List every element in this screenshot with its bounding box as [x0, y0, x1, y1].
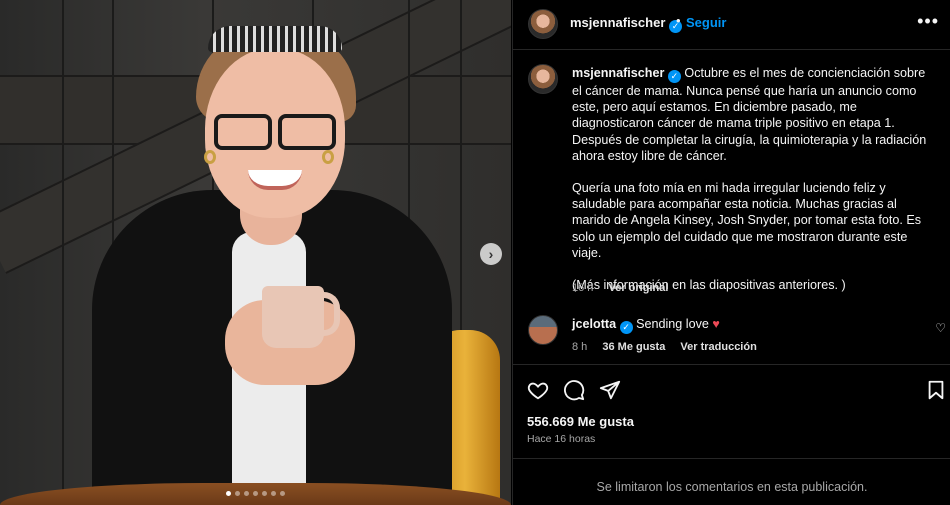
carousel-dot[interactable] — [253, 491, 258, 496]
red-heart-emoji-icon: ♥ — [712, 317, 720, 331]
verified-badge-icon: ✓ — [619, 321, 633, 334]
caption-author-avatar[interactable] — [528, 64, 558, 94]
post-header: msjennafischer ✓ • Seguir ••• — [513, 0, 950, 50]
comment-meta: 8 h 36 Me gusta Ver traducción — [572, 341, 769, 353]
carousel-dot[interactable] — [262, 491, 267, 496]
follow-button[interactable]: Seguir — [686, 15, 726, 30]
author-avatar[interactable] — [528, 9, 558, 39]
author-username[interactable]: msjennafischer ✓ — [570, 15, 682, 33]
carousel-dot[interactable] — [271, 491, 276, 496]
likes-count[interactable]: 556.669 Me gusta — [527, 414, 634, 429]
comment-icon[interactable] — [563, 379, 585, 401]
mug — [262, 286, 324, 348]
caption-meta: 16 h Ver original — [572, 282, 680, 294]
see-translation-link[interactable]: Ver traducción — [680, 341, 756, 353]
comment: jcelotta ✓ Sending love ♥ — [572, 317, 720, 334]
verified-badge-icon: ✓ — [667, 70, 681, 83]
action-bar — [513, 364, 950, 401]
more-options-icon[interactable]: ••• — [917, 11, 939, 32]
earring-left — [204, 150, 216, 164]
comment-text: Sending love — [636, 317, 709, 331]
wood-plank — [62, 0, 64, 505]
mug-handle — [318, 292, 340, 336]
comment-likes[interactable]: 36 Me gusta — [602, 341, 665, 353]
author-username-text[interactable]: msjennafischer — [570, 15, 665, 30]
comments-limited-notice: Se limitaron los comentarios en esta pub… — [513, 458, 950, 505]
carousel-dot[interactable] — [280, 491, 285, 496]
commenter-avatar[interactable] — [528, 315, 558, 345]
post-image[interactable]: › — [0, 0, 511, 505]
caption-username[interactable]: msjennafischer — [572, 66, 664, 80]
heart-outline-icon[interactable] — [527, 379, 549, 401]
see-original-link[interactable]: Ver original — [608, 282, 668, 294]
carousel-dot[interactable] — [235, 491, 240, 496]
comment-like-icon[interactable]: ♡ — [935, 321, 946, 335]
bookmark-icon[interactable] — [925, 379, 947, 401]
comment-username[interactable]: jcelotta — [572, 317, 616, 331]
carousel-dot[interactable] — [226, 491, 231, 496]
comment-time: 8 h — [572, 341, 588, 353]
glasses-right-lens — [278, 114, 336, 150]
post-panel: msjennafischer ✓ • Seguir ••• msjennafis… — [512, 0, 950, 505]
paper-plane-icon[interactable] — [599, 379, 621, 401]
headband — [208, 26, 342, 52]
carousel-dot[interactable] — [244, 491, 249, 496]
separator-dot: • — [676, 13, 681, 28]
earring-right — [322, 150, 334, 164]
caption-paragraph-1: Octubre es el mes de concienciación sobr… — [572, 66, 927, 163]
caption-paragraph-2: Quería una foto mía en mi hada irregular… — [572, 181, 922, 260]
post-caption: msjennafischer ✓ Octubre es el mes de co… — [572, 65, 936, 293]
next-image-button[interactable]: › — [480, 243, 502, 265]
caption-time: 16 h — [572, 282, 594, 294]
glasses-left-lens — [214, 114, 272, 150]
carousel-dots — [226, 491, 285, 496]
post-time: Hace 16 horas — [527, 433, 596, 445]
